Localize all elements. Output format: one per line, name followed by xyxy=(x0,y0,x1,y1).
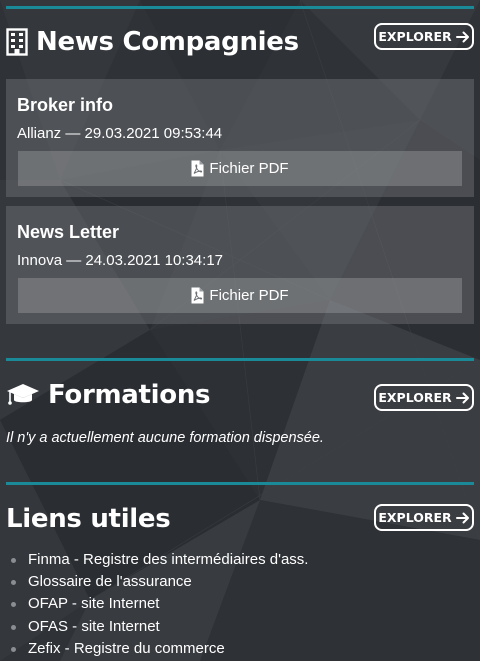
section-divider xyxy=(6,358,474,361)
link-label: Glossaire de l'assurance xyxy=(28,573,192,591)
arrow-right-icon xyxy=(455,392,470,404)
explore-label: EXPLORER xyxy=(378,29,452,44)
formations-explore-button[interactable]: EXPLORER xyxy=(374,384,474,411)
bullet-icon xyxy=(11,624,16,630)
section-divider xyxy=(6,482,474,485)
arrow-right-icon xyxy=(455,512,470,524)
news-card: Broker info Allianz — 29.03.2021 09:53:4… xyxy=(6,79,474,197)
formations-empty-message: Il n'y a actuellement aucune formation d… xyxy=(6,430,324,446)
explore-label: EXPLORER xyxy=(378,510,452,525)
useful-links-list: Finma - Registre des intermédiaires d'as… xyxy=(6,549,308,660)
news-card-title: News Letter xyxy=(17,222,120,242)
bullet-icon xyxy=(11,558,16,563)
bullet-icon xyxy=(11,580,16,586)
bullet-icon xyxy=(11,602,16,608)
news-card-meta: Innova — 24.03.2021 10:34:17 xyxy=(17,252,224,269)
pdf-button-label: Fichier PDF xyxy=(209,287,289,304)
formations-title-text: Formations xyxy=(48,380,211,410)
link-label: Finma - Registre des intermédiaires d'as… xyxy=(28,551,309,568)
links-title-text: Liens utiles xyxy=(6,504,171,534)
graduation-cap-icon xyxy=(6,383,40,407)
building-icon xyxy=(6,28,28,56)
links-explore-button[interactable]: EXPLORER xyxy=(374,504,474,531)
explore-label: EXPLORER xyxy=(378,390,452,405)
link-label: Zefix - Registre du commerce xyxy=(28,639,225,657)
news-card-meta: Allianz — 29.03.2021 09:53:44 xyxy=(17,125,223,142)
pdf-download-button[interactable]: Fichier PDF xyxy=(18,151,462,186)
bullet-icon xyxy=(11,646,16,652)
pdf-button-label: Fichier PDF xyxy=(209,160,289,177)
link-label: OFAP - site Internet xyxy=(28,595,160,613)
file-pdf-icon xyxy=(191,160,204,177)
link-item[interactable]: OFAP - site Internet xyxy=(6,593,308,615)
link-label: OFAS - site Internet xyxy=(28,617,160,635)
formations-section-title: Formations xyxy=(6,380,211,410)
news-card-title: Broker info xyxy=(17,95,114,115)
link-item[interactable]: OFAS - site Internet xyxy=(6,616,308,638)
section-divider xyxy=(6,6,474,9)
news-title-text: News Compagnies xyxy=(36,27,299,57)
news-section-title: News Compagnies xyxy=(6,27,299,57)
news-card: News Letter Innova — 24.03.2021 10:34:17… xyxy=(6,206,474,324)
links-section-title: Liens utiles xyxy=(6,504,171,534)
link-item[interactable]: Glossaire de l'assurance xyxy=(6,571,308,593)
link-item[interactable]: Finma - Registre des intermédiaires d'as… xyxy=(6,549,308,571)
file-pdf-icon xyxy=(191,287,204,304)
link-item[interactable]: Zefix - Registre du commerce xyxy=(6,638,308,660)
news-explore-button[interactable]: EXPLORER xyxy=(374,23,474,50)
pdf-download-button[interactable]: Fichier PDF xyxy=(18,278,462,313)
arrow-right-icon xyxy=(455,31,470,43)
